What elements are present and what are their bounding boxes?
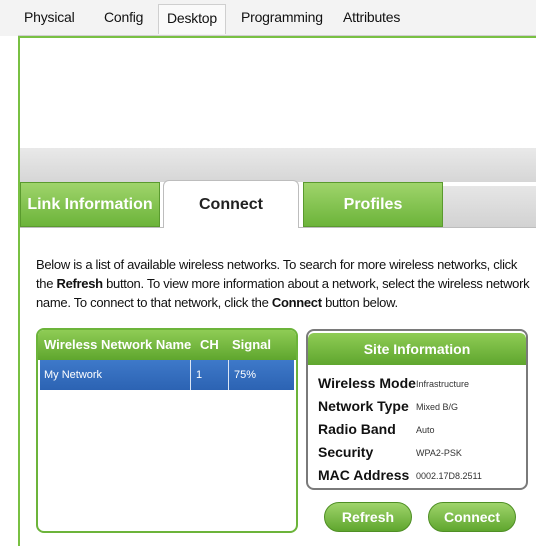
header-strip [20, 148, 536, 182]
tab-programming[interactable]: Programming [241, 9, 323, 25]
tab-attributes[interactable]: Attributes [343, 9, 400, 25]
instructions-refresh-word: Refresh [56, 276, 103, 291]
column-header-name[interactable]: Wireless Network Name [44, 337, 191, 352]
site-information-title: Site Information [308, 333, 526, 365]
tab-physical[interactable]: Physical [24, 9, 75, 25]
instructions-part-3: button below. [321, 295, 398, 310]
site-row-wireless-mode: Wireless Mode Infrastructure [318, 375, 469, 391]
column-separator [190, 360, 191, 390]
tab-config[interactable]: Config [104, 9, 143, 25]
site-row-network-type: Network Type Mixed B/G [318, 398, 458, 414]
network-row[interactable]: My Network 1 75% [40, 360, 294, 390]
site-label: Wireless Mode [318, 375, 416, 391]
network-channel: 1 [196, 369, 203, 381]
site-value: Mixed B/G [416, 402, 459, 412]
column-header-signal[interactable]: Signal [232, 337, 271, 352]
site-value: WPA2-PSK [416, 448, 462, 458]
site-value: Infrastructure [416, 379, 470, 389]
site-row-mac-address: MAC Address 0002.17D8.2511 [318, 467, 482, 483]
site-row-security: Security WPA2-PSK [318, 444, 462, 460]
site-label: Security [318, 444, 374, 460]
tab-connect[interactable]: Connect [163, 180, 299, 228]
tab-profiles[interactable]: Profiles [303, 182, 443, 227]
instructions-text: Below is a list of available wireless ne… [36, 255, 532, 312]
site-value: Auto [416, 425, 435, 435]
site-value: 0002.17D8.2511 [416, 471, 482, 481]
refresh-button[interactable]: Refresh [324, 502, 412, 532]
site-label: Network Type [318, 398, 409, 414]
wireless-network-list[interactable]: Wireless Network Name CH Signal My Netwo… [36, 328, 298, 533]
top-menu-bar: Physical Config Desktop Programming Attr… [0, 0, 536, 36]
site-row-radio-band: Radio Band Auto [318, 421, 435, 437]
site-label: MAC Address [318, 467, 410, 483]
tab-desktop[interactable]: Desktop [158, 4, 226, 34]
network-signal: 75% [234, 369, 257, 381]
site-label: Radio Band [318, 421, 396, 437]
column-separator [228, 360, 229, 390]
instructions-connect-word: Connect [271, 295, 322, 310]
column-header-ch[interactable]: CH [200, 337, 219, 352]
network-list-header: Wireless Network Name CH Signal [38, 330, 296, 360]
site-information-panel: Site Information Wireless Mode Infrastru… [306, 329, 528, 490]
connect-button[interactable]: Connect [428, 502, 516, 532]
tab-bar-filler [443, 186, 536, 227]
tab-link-information[interactable]: Link Information [20, 182, 160, 227]
network-name: My Network [44, 369, 103, 381]
